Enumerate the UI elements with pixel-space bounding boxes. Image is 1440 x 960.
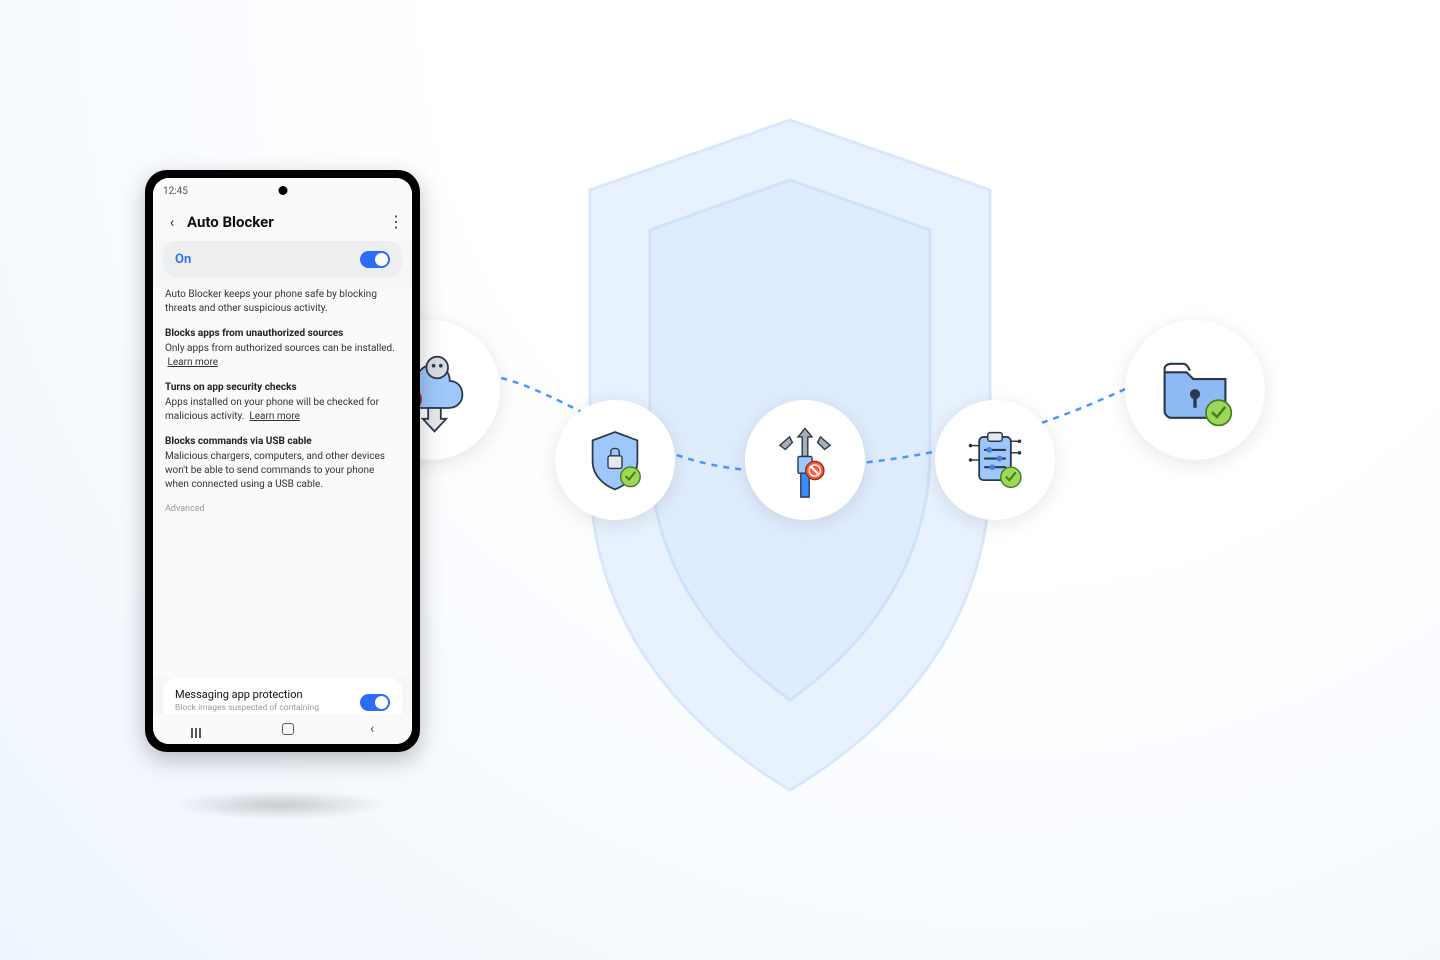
master-toggle-row[interactable]: On <box>163 241 402 278</box>
nav-home-button[interactable] <box>282 723 294 735</box>
feature-icon-app-security <box>555 400 675 520</box>
screen-title: Auto Blocker <box>187 213 388 231</box>
shield-lock-verified-icon <box>580 425 650 495</box>
section-body-text-0: Only apps from authorized sources can be… <box>165 343 395 354</box>
learn-more-link-1[interactable]: Learn more <box>249 411 300 422</box>
master-toggle-label: On <box>175 252 360 267</box>
android-nav-bar: ‹ <box>153 714 412 744</box>
nav-recent-button[interactable] <box>191 728 207 730</box>
phone-shadow <box>170 790 390 820</box>
more-options-button[interactable]: ⋮ <box>388 212 402 231</box>
section-title-1: Turns on app security checks <box>165 382 400 393</box>
settings-content: Auto Blocker keeps your phone safe by bl… <box>153 288 412 678</box>
advanced-section-label: Advanced <box>165 504 400 514</box>
feature-description: Auto Blocker keeps your phone safe by bl… <box>165 288 400 316</box>
phone-screen: 12:45 ‹ Auto Blocker ⋮ On Auto Blocker k… <box>153 178 412 744</box>
secure-folder-verified-icon <box>1152 352 1238 428</box>
feature-icon-settings-check <box>935 400 1055 520</box>
master-toggle-switch[interactable] <box>360 251 390 268</box>
status-time: 12:45 <box>163 186 188 197</box>
back-button[interactable]: ‹ <box>163 213 181 231</box>
learn-more-link-0[interactable]: Learn more <box>167 357 218 368</box>
advanced-toggle-0[interactable] <box>360 694 390 711</box>
section-title-0: Blocks apps from unauthorized sources <box>165 328 400 339</box>
section-title-2: Blocks commands via USB cable <box>165 436 400 447</box>
phone-device-frame: 12:45 ‹ Auto Blocker ⋮ On Auto Blocker k… <box>145 170 420 752</box>
section-body-2: Malicious chargers, computers, and other… <box>165 450 400 492</box>
settings-clipboard-verified-icon <box>959 424 1031 496</box>
section-body-text-2: Malicious chargers, computers, and other… <box>165 451 385 490</box>
marketing-canvas: 12:45 ‹ Auto Blocker ⋮ On Auto Blocker k… <box>0 0 1440 960</box>
section-body-0: Only apps from authorized sources can be… <box>165 342 400 370</box>
screen-header: ‹ Auto Blocker ⋮ <box>153 204 412 241</box>
phone-camera-dot <box>278 186 287 195</box>
usb-blocked-icon <box>770 420 840 500</box>
advanced-item-title-0: Messaging app protection <box>175 688 352 701</box>
section-body-1: Apps installed on your phone will be che… <box>165 396 400 424</box>
feature-icon-usb-blocked <box>745 400 865 520</box>
nav-back-button[interactable]: ‹ <box>370 721 374 737</box>
feature-icon-secure-folder <box>1125 320 1265 460</box>
